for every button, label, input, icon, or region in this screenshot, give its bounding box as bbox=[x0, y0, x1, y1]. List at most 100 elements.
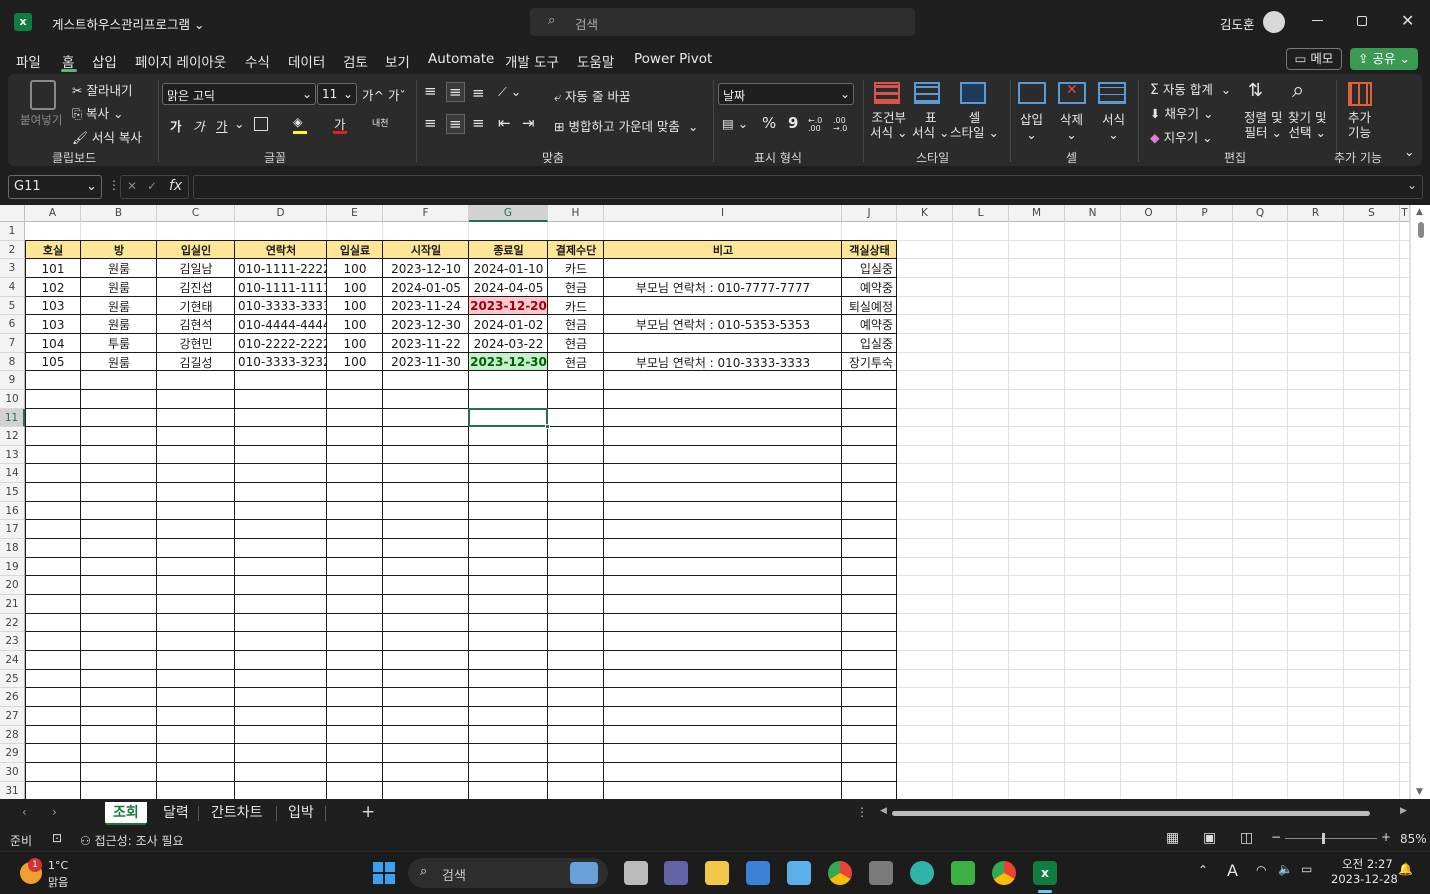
align-middle-icon[interactable]: ≡ bbox=[446, 82, 465, 102]
table-cell[interactable]: 김현석 bbox=[157, 315, 235, 334]
table-cell[interactable]: 입실중 bbox=[842, 259, 897, 278]
search-box[interactable]: ⌕ 검색 bbox=[530, 8, 915, 36]
zoom-slider-thumb[interactable] bbox=[1322, 833, 1325, 844]
tab-review[interactable]: 검토 bbox=[343, 51, 368, 71]
page-layout-view-icon[interactable]: ▣ bbox=[1203, 830, 1216, 846]
table-cell[interactable]: 100 bbox=[327, 297, 383, 315]
table-cell[interactable]: 010-3333-3333 bbox=[235, 297, 327, 315]
next-sheet-icon[interactable]: › bbox=[52, 805, 57, 819]
worksheet-grid[interactable]: ABCDEFGHIJKLMNOPQRST 1 2 3 4 5 6 7 8 9 10 11 12 13 14… bbox=[0, 205, 1430, 799]
active-cell[interactable] bbox=[468, 408, 548, 427]
number-format-select[interactable]: 날짜 ⌄ bbox=[718, 83, 854, 105]
table-header-cell[interactable]: 입실료 bbox=[327, 241, 383, 259]
table-cell[interactable]: 강현민 bbox=[157, 334, 235, 353]
normal-view-icon[interactable]: ▦ bbox=[1166, 830, 1179, 846]
notification-bell-icon[interactable]: 🔔 bbox=[1398, 862, 1413, 876]
table-cell[interactable]: 010-2222-2222 bbox=[235, 334, 327, 353]
select-all-corner[interactable] bbox=[0, 205, 25, 222]
row-header[interactable]: 6 bbox=[0, 315, 25, 334]
column-header[interactable]: P bbox=[1177, 205, 1233, 222]
row-header[interactable]: 2 bbox=[0, 241, 25, 259]
phonetic-button[interactable]: 내천 bbox=[372, 116, 389, 129]
table-cell[interactable] bbox=[604, 297, 842, 315]
table-cell[interactable]: 2023-11-30 bbox=[383, 353, 469, 371]
table-cell[interactable]: 2023-11-22 bbox=[383, 334, 469, 353]
align-bottom-icon[interactable]: ≡ bbox=[472, 84, 485, 102]
row-header[interactable]: 15 bbox=[0, 483, 25, 502]
fill-color-icon[interactable]: ◈ bbox=[293, 114, 307, 134]
row-header[interactable]: 25 bbox=[0, 670, 25, 688]
zoom-out-icon[interactable]: − bbox=[1271, 830, 1281, 844]
increase-decimal-button[interactable]: ←.0 .00 bbox=[808, 117, 828, 133]
find-select-button[interactable]: 찾기 및 선택 ⌄ bbox=[1288, 110, 1326, 140]
table-cell[interactable]: 2024-01-10 bbox=[469, 259, 548, 278]
excel-taskbar-icon[interactable]: x bbox=[1033, 861, 1057, 885]
table-cell[interactable]: 2023-12-20 bbox=[469, 297, 548, 315]
row-header[interactable]: 21 bbox=[0, 595, 25, 614]
table-cell[interactable]: 103 bbox=[25, 315, 81, 334]
tab-formulas[interactable]: 수식 bbox=[245, 51, 270, 71]
format-painter-button[interactable]: 🖌 서식 복사 bbox=[72, 127, 142, 146]
row-header[interactable]: 18 bbox=[0, 539, 25, 558]
table-cell[interactable]: 부모님 연락처 : 010-3333-3333 bbox=[604, 353, 842, 371]
weather-widget[interactable]: 1 1°C 맑음 bbox=[18, 858, 98, 890]
tab-insert[interactable]: 삽입 bbox=[92, 51, 117, 71]
conditional-format-icon[interactable] bbox=[874, 82, 900, 104]
table-cell[interactable]: 현금 bbox=[548, 334, 604, 353]
underline-button[interactable]: 가 bbox=[216, 116, 228, 135]
table-cell[interactable]: 김길성 bbox=[157, 353, 235, 371]
row-header[interactable]: 22 bbox=[0, 614, 25, 632]
row-header[interactable]: 17 bbox=[0, 520, 25, 539]
tab-help[interactable]: 도움말 bbox=[577, 51, 614, 71]
fill-handle[interactable] bbox=[545, 424, 550, 429]
indent-decrease-icon[interactable]: ⇤ bbox=[498, 114, 511, 132]
battery-icon[interactable]: ▭ bbox=[1301, 862, 1312, 876]
row-header[interactable]: 27 bbox=[0, 707, 25, 726]
orientation-icon[interactable]: ⟋ ⌄ bbox=[498, 84, 521, 100]
table-cell[interactable]: 2024-03-22 bbox=[469, 334, 548, 353]
table-cell[interactable]: 2024-04-05 bbox=[469, 278, 548, 297]
more-icon[interactable]: ⋮ bbox=[856, 805, 868, 819]
column-header[interactable]: I bbox=[604, 205, 842, 222]
table-cell[interactable]: 100 bbox=[327, 278, 383, 297]
bold-button[interactable]: 가 bbox=[170, 116, 182, 135]
table-cell[interactable]: 카드 bbox=[548, 259, 604, 278]
insert-cells-icon[interactable] bbox=[1018, 82, 1046, 104]
scroll-left-icon[interactable]: ◀ bbox=[880, 806, 887, 816]
grow-font-button[interactable]: 가^ bbox=[362, 85, 384, 104]
tab-data[interactable]: 데이터 bbox=[288, 51, 325, 71]
table-cell[interactable]: 105 bbox=[25, 353, 81, 371]
windows-start-icon[interactable] bbox=[373, 862, 395, 884]
table-cell[interactable]: 카드 bbox=[548, 297, 604, 315]
row-header[interactable]: 4 bbox=[0, 278, 25, 297]
taskbar-search[interactable]: ⌕ 검색 bbox=[408, 858, 608, 888]
table-header-cell[interactable]: 비고 bbox=[604, 241, 842, 259]
column-header[interactable]: M bbox=[1009, 205, 1065, 222]
column-header[interactable]: O bbox=[1121, 205, 1177, 222]
formula-input[interactable] bbox=[193, 175, 1423, 199]
store-icon[interactable] bbox=[746, 861, 770, 885]
tab-page-layout[interactable]: 페이지 레이아웃 bbox=[135, 51, 226, 71]
row-header[interactable]: 7 bbox=[0, 334, 25, 353]
row-header[interactable]: 31 bbox=[0, 782, 25, 799]
sort-filter-icon[interactable]: ⇅ bbox=[1248, 80, 1263, 101]
font-size-select[interactable]: 11 ⌄ bbox=[317, 83, 357, 105]
table-cell[interactable]: 2024-01-05 bbox=[383, 278, 469, 297]
format-cells-button[interactable]: 서식 ⌄ bbox=[1102, 112, 1125, 142]
column-header[interactable]: R bbox=[1288, 205, 1344, 222]
chrome-icon[interactable] bbox=[828, 861, 852, 885]
minimize-icon[interactable] bbox=[1312, 20, 1323, 21]
table-cell[interactable]: 010-1111-2222 bbox=[235, 259, 327, 278]
table-header-cell[interactable]: 결제수단 bbox=[548, 241, 604, 259]
indent-increase-icon[interactable]: ⇥ bbox=[522, 114, 535, 132]
table-cell[interactable]: 2023-12-10 bbox=[383, 259, 469, 278]
add-sheet-icon[interactable]: + bbox=[361, 802, 375, 822]
tray-chevron-icon[interactable]: ⌃ bbox=[1198, 863, 1208, 877]
column-header[interactable]: H bbox=[548, 205, 604, 222]
row-header[interactable]: 30 bbox=[0, 763, 25, 782]
accessibility-status[interactable]: ⚇ 접근성: 조사 필요 bbox=[80, 832, 184, 849]
tab-automate[interactable]: Automate bbox=[428, 51, 494, 67]
tab-home[interactable]: 홈 bbox=[62, 51, 74, 71]
volume-icon[interactable]: 🔈 bbox=[1278, 862, 1293, 876]
shrink-font-button[interactable]: 가ˇ bbox=[388, 85, 406, 104]
